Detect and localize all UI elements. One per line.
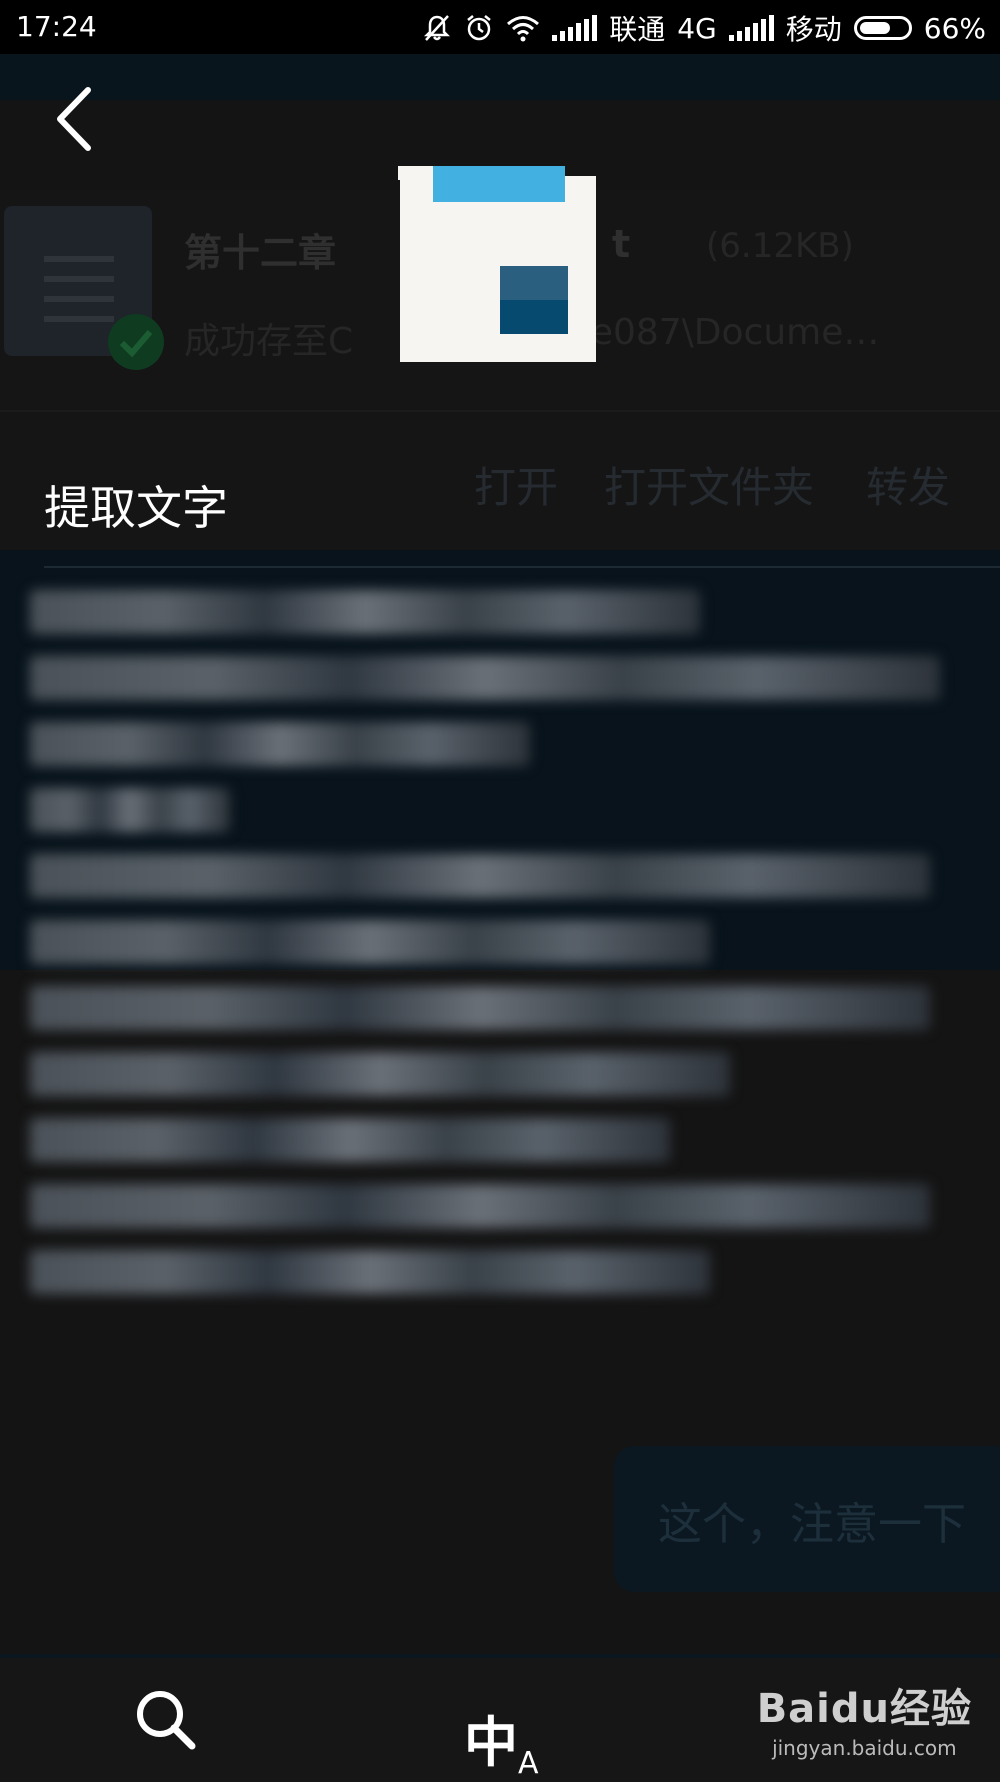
app-logo-icon — [398, 166, 596, 362]
title-divider — [44, 566, 1000, 568]
back-chevron-icon[interactable] — [50, 84, 100, 154]
translate-button[interactable]: 中A — [464, 1698, 539, 1781]
open-action: 打开 — [474, 463, 559, 512]
extract-text-title: 提取文字 — [44, 481, 228, 535]
mute-notifications-icon — [424, 15, 451, 41]
translate-main-glyph: 中 — [464, 1711, 518, 1774]
save-status-right: ue087\Docume… — [568, 312, 880, 353]
search-icon[interactable] — [134, 1688, 198, 1752]
saved-check-icon — [108, 314, 164, 370]
watermark-url: jingyan.baidu.com — [772, 1736, 957, 1760]
carrier-2-label: 移动 — [785, 13, 842, 46]
bottom-toolbar: 中A Baidu经验 jingyan.baidu.com — [0, 1654, 1000, 1782]
network-type-label: 4G — [677, 11, 717, 45]
translate-sub-glyph: A — [518, 1745, 539, 1781]
signal-2-icon — [728, 15, 774, 41]
status-bar: 17:24 联通 4G 移动 66% — [0, 0, 1000, 54]
header-stripe — [0, 54, 1000, 100]
baidu-watermark: Baidu经验 jingyan.baidu.com — [757, 1676, 972, 1760]
forward-action: 转发 — [866, 463, 951, 512]
file-name-right: t — [612, 222, 631, 266]
chat-bubble: 这个，注意一下 — [614, 1446, 1000, 1592]
extracted-text-blurred — [30, 590, 960, 1310]
wifi-icon — [507, 16, 540, 42]
save-status-left: 成功存至C — [184, 321, 354, 362]
alarm-icon — [467, 15, 491, 41]
open-folder-action: 打开文件夹 — [604, 463, 815, 512]
file-name-left: 第十二章 — [184, 231, 337, 275]
battery-icon — [853, 16, 912, 40]
status-time: 17:24 — [16, 10, 97, 43]
carrier-1-label: 联通 — [609, 13, 666, 46]
battery-percent: 66% — [923, 11, 986, 45]
signal-1-icon — [552, 15, 598, 41]
chat-bubble-text: 这个，注意一下 — [658, 1499, 966, 1550]
file-size: (6.12KB) — [706, 226, 854, 266]
watermark-logo: Baidu经验 — [756, 1686, 972, 1732]
